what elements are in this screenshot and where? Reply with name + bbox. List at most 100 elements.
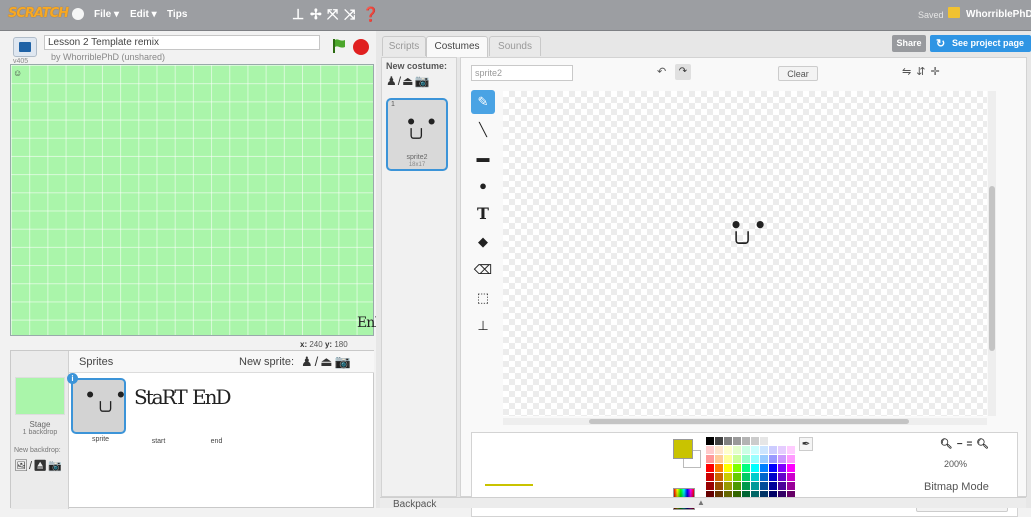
- flip-vertical-icon[interactable]: ⇵: [916, 66, 930, 78]
- tab-sounds[interactable]: Sounds: [489, 36, 541, 56]
- camera-sprite-icon[interactable]: 📷: [335, 354, 353, 369]
- backdrop-camera-icon[interactable]: 📷: [48, 460, 63, 472]
- canvas-horizontal-scroll-thumb[interactable]: [589, 419, 909, 424]
- ellipse-icon[interactable]: ●: [471, 174, 495, 198]
- palette-swatch[interactable]: [751, 446, 759, 454]
- palette-swatch[interactable]: [724, 482, 732, 490]
- palette-swatch[interactable]: [769, 446, 777, 454]
- stage-thumbnail[interactable]: [15, 377, 65, 415]
- project-title-input[interactable]: [44, 35, 320, 50]
- brush-icon[interactable]: ✎: [471, 90, 495, 114]
- palette-swatch[interactable]: [733, 482, 741, 490]
- primary-color-swatch[interactable]: [673, 439, 693, 459]
- scratch-logo[interactable]: SCRATCH: [8, 6, 69, 21]
- palette-swatch[interactable]: [769, 464, 777, 472]
- palette-swatch[interactable]: [724, 464, 732, 472]
- palette-swatch[interactable]: [778, 437, 786, 445]
- green-flag-icon[interactable]: [332, 38, 346, 54]
- palette-swatch[interactable]: [760, 464, 768, 472]
- palette-swatch[interactable]: [742, 464, 750, 472]
- palette-swatch[interactable]: [742, 446, 750, 454]
- palette-swatch[interactable]: [706, 446, 714, 454]
- upload-costume-icon[interactable]: ⏏: [402, 74, 414, 88]
- duplicate-icon[interactable]: ⊥: [292, 6, 304, 23]
- palette-swatch[interactable]: [733, 437, 741, 445]
- my-stuff-folder-icon[interactable]: [948, 7, 960, 18]
- palette-swatch[interactable]: [778, 482, 786, 490]
- sprite-tile-end[interactable]: EnD end: [189, 378, 244, 445]
- palette-swatch[interactable]: [715, 482, 723, 490]
- palette-swatch[interactable]: [742, 482, 750, 490]
- clear-button[interactable]: Clear: [778, 66, 818, 81]
- rectangle-icon[interactable]: ▬: [471, 146, 495, 170]
- presentation-mode-button[interactable]: [13, 37, 37, 57]
- palette-swatch[interactable]: [751, 464, 759, 472]
- select-icon[interactable]: ⬚: [471, 286, 495, 310]
- palette-swatch[interactable]: [724, 473, 732, 481]
- palette-swatch[interactable]: [778, 446, 786, 454]
- palette-swatch[interactable]: [760, 482, 768, 490]
- edit-menu[interactable]: Edit ▾: [130, 9, 157, 20]
- palette-swatch[interactable]: [715, 473, 723, 481]
- palette-swatch[interactable]: [706, 464, 714, 472]
- language-globe-icon[interactable]: [72, 8, 84, 20]
- palette-swatch[interactable]: [760, 446, 768, 454]
- palette-swatch[interactable]: [787, 455, 795, 463]
- file-menu[interactable]: File ▾: [94, 9, 119, 20]
- set-costume-center-icon[interactable]: ✛: [930, 66, 944, 78]
- zoom-out-icon[interactable]: 🔍︎−: [940, 439, 967, 450]
- username[interactable]: WhorriblePhD: [966, 9, 1031, 20]
- upload-sprite-icon[interactable]: ⏏: [320, 354, 334, 369]
- tab-costumes[interactable]: Costumes: [426, 36, 488, 57]
- costume-library-icon[interactable]: ♟: [386, 74, 398, 88]
- canvas-vertical-scroll-thumb[interactable]: [989, 186, 995, 351]
- undo-icon[interactable]: ↶: [657, 65, 666, 78]
- palette-swatch[interactable]: [769, 482, 777, 490]
- stamp-icon[interactable]: ⊥: [471, 314, 495, 338]
- share-button[interactable]: Share: [892, 35, 926, 52]
- palette-swatch[interactable]: [715, 446, 723, 454]
- palette-swatch[interactable]: [715, 464, 723, 472]
- palette-swatch[interactable]: [778, 464, 786, 472]
- palette-swatch[interactable]: [715, 437, 723, 445]
- palette-swatch[interactable]: [769, 455, 777, 463]
- palette-swatch[interactable]: [769, 437, 777, 445]
- palette-swatch[interactable]: [724, 455, 732, 463]
- palette-swatch[interactable]: [724, 437, 732, 445]
- palette-swatch[interactable]: [751, 482, 759, 490]
- palette-swatch[interactable]: [733, 446, 741, 454]
- palette-swatch[interactable]: [724, 446, 732, 454]
- shrink-icon[interactable]: ⤨: [344, 6, 355, 23]
- sprite-tile-sprite[interactable]: • • ╰╯ sprite: [71, 378, 126, 443]
- help-icon[interactable]: ❓: [362, 6, 379, 23]
- zoom-reset-icon[interactable]: =: [967, 439, 977, 450]
- text-icon[interactable]: T: [471, 202, 495, 226]
- costume-tile[interactable]: 1 • • ╰╯ sprite2 18x17: [386, 98, 448, 171]
- tips-menu[interactable]: Tips: [167, 9, 187, 20]
- palette-swatch[interactable]: [769, 473, 777, 481]
- eraser-icon[interactable]: ⌫: [471, 258, 495, 282]
- palette-swatch[interactable]: [787, 464, 795, 472]
- flip-horizontal-icon[interactable]: ⇋: [902, 66, 916, 78]
- stage-sprite-smiley[interactable]: ☺: [13, 68, 22, 78]
- palette-swatch[interactable]: [751, 437, 759, 445]
- palette-swatch[interactable]: [751, 455, 759, 463]
- palette-swatch[interactable]: [787, 437, 795, 445]
- palette-swatch[interactable]: [742, 473, 750, 481]
- palette-swatch[interactable]: [760, 437, 768, 445]
- palette-swatch[interactable]: [787, 473, 795, 481]
- palette-swatch[interactable]: [787, 446, 795, 454]
- palette-swatch[interactable]: [733, 464, 741, 472]
- tab-scripts[interactable]: Scripts: [382, 36, 426, 56]
- palette-swatch[interactable]: [715, 455, 723, 463]
- palette-swatch[interactable]: [760, 473, 768, 481]
- palette-swatch[interactable]: [760, 455, 768, 463]
- sprite-library-icon[interactable]: ♟: [301, 354, 315, 369]
- palette-swatch[interactable]: [733, 473, 741, 481]
- eyedropper-icon[interactable]: ✒: [799, 437, 813, 451]
- grow-icon[interactable]: ⤧: [327, 6, 338, 23]
- palette-swatch[interactable]: [742, 437, 750, 445]
- palette-swatch[interactable]: [778, 473, 786, 481]
- camera-costume-icon[interactable]: 📷: [414, 74, 430, 88]
- palette-swatch[interactable]: [733, 455, 741, 463]
